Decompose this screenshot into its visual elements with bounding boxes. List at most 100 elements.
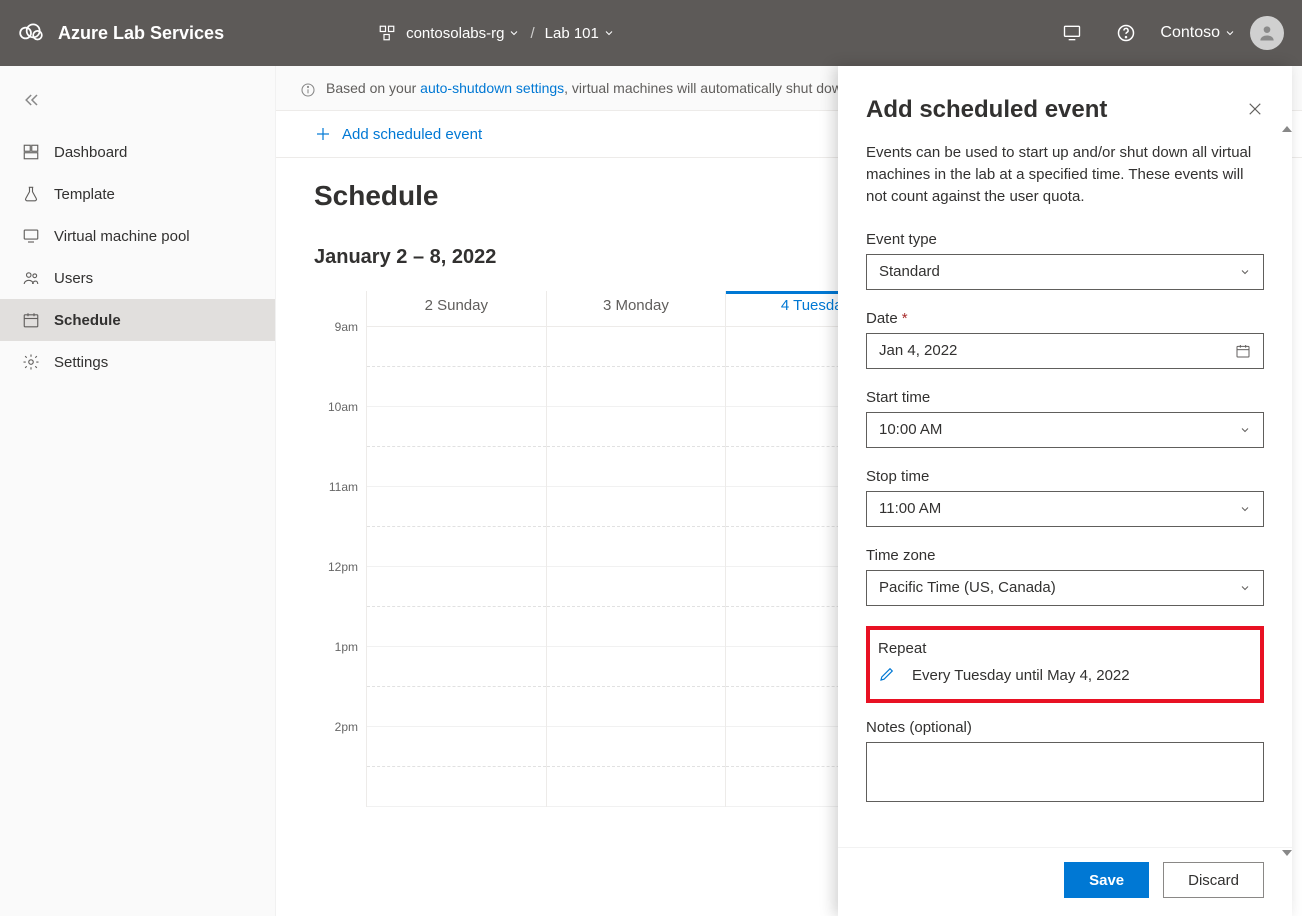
screen-icon-button[interactable] [1052, 13, 1092, 53]
sidebar-item-schedule[interactable]: Schedule [0, 299, 275, 341]
time-zone-value: Pacific Time (US, Canada) [879, 579, 1239, 596]
calendar-slot[interactable] [367, 647, 546, 687]
calendar-slot[interactable] [367, 767, 546, 807]
sidebar-item-dashboard[interactable]: Dashboard [0, 131, 275, 173]
save-button[interactable]: Save [1064, 862, 1149, 898]
calendar-slot[interactable] [547, 327, 726, 367]
time-label: 2pm [314, 720, 366, 800]
breadcrumb-lab[interactable]: Lab 101 [545, 25, 615, 42]
required-asterisk: * [902, 310, 908, 327]
notes-textarea[interactable] [866, 742, 1264, 802]
chevron-down-icon [1239, 424, 1251, 436]
app-header: Azure Lab Services contosolabs-rg / Lab … [0, 0, 1302, 66]
app-logo-icon [18, 20, 44, 46]
repeat-value: Every Tuesday until May 4, 2022 [912, 667, 1130, 684]
help-icon [1116, 23, 1136, 43]
start-time-value: 10:00 AM [879, 421, 1239, 438]
info-icon [300, 82, 316, 98]
info-link[interactable]: auto-shutdown settings [420, 80, 564, 96]
calendar-slot[interactable] [547, 407, 726, 447]
sidebar: Dashboard Template Virtual machine pool … [0, 66, 276, 916]
stop-time-label: Stop time [866, 468, 929, 485]
breadcrumb: contosolabs-rg / Lab 101 [378, 24, 615, 42]
repeat-highlight-box: Repeat Every Tuesday until May 4, 2022 [866, 626, 1264, 703]
add-event-panel: Add scheduled event Events can be used t… [838, 66, 1292, 916]
calendar-icon [1235, 343, 1251, 359]
add-event-label: Add scheduled event [342, 126, 482, 143]
calendar-slot[interactable] [547, 487, 726, 527]
time-zone-select[interactable]: Pacific Time (US, Canada) [866, 570, 1264, 606]
sidebar-item-label: Template [54, 186, 115, 203]
sidebar-item-users[interactable]: Users [0, 257, 275, 299]
account-dropdown[interactable]: Contoso [1160, 24, 1236, 42]
date-input[interactable]: Jan 4, 2022 [866, 333, 1264, 369]
calendar-slot[interactable] [367, 327, 546, 367]
breadcrumb-separator: / [530, 25, 534, 42]
panel-scrollbar[interactable] [1282, 126, 1292, 856]
close-button[interactable] [1246, 100, 1264, 121]
sidebar-item-settings[interactable]: Settings [0, 341, 275, 383]
panel-description: Events can be used to start up and/or sh… [866, 142, 1264, 209]
calendar-slot[interactable] [367, 687, 546, 727]
breadcrumb-rg-label: contosolabs-rg [406, 25, 504, 42]
calendar-slot[interactable] [547, 367, 726, 407]
repeat-label: Repeat [878, 640, 926, 657]
sidebar-collapse-button[interactable] [0, 86, 275, 131]
avatar[interactable] [1250, 16, 1284, 50]
edit-repeat-button[interactable] [878, 665, 896, 687]
person-icon [1257, 23, 1277, 43]
calendar-slot[interactable] [547, 447, 726, 487]
sidebar-item-template[interactable]: Template [0, 173, 275, 215]
breadcrumb-lab-label: Lab 101 [545, 25, 599, 42]
chevron-down-icon [1239, 503, 1251, 515]
info-prefix: Based on your [326, 80, 420, 96]
monitor-icon [1062, 23, 1082, 43]
add-event-button[interactable]: Add scheduled event [314, 125, 482, 143]
calendar-slot[interactable] [367, 407, 546, 447]
calendar-slot[interactable] [367, 727, 546, 767]
date-label: Date [866, 310, 898, 327]
calendar-slot[interactable] [547, 607, 726, 647]
calendar-day-column[interactable]: 2 Sunday [366, 291, 546, 807]
calendar-slot[interactable] [367, 567, 546, 607]
calendar-slot[interactable] [547, 767, 726, 807]
calendar-slot[interactable] [367, 487, 546, 527]
calendar-slot[interactable] [367, 527, 546, 567]
chevron-down-icon [603, 27, 615, 39]
time-label: 10am [314, 400, 366, 480]
stop-time-select[interactable]: 11:00 AM [866, 491, 1264, 527]
scroll-up-icon [1282, 126, 1292, 132]
calendar-slot[interactable] [367, 607, 546, 647]
chevron-down-icon [508, 27, 520, 39]
event-type-select[interactable]: Standard [866, 254, 1264, 290]
plus-icon [314, 125, 332, 143]
calendar-slot[interactable] [547, 567, 726, 607]
calendar-day-column[interactable]: 3 Monday [546, 291, 726, 807]
notes-label: Notes (optional) [866, 719, 972, 736]
breadcrumb-rg[interactable]: contosolabs-rg [406, 25, 520, 42]
people-icon [22, 269, 40, 287]
sidebar-item-label: Schedule [54, 312, 121, 329]
help-icon-button[interactable] [1106, 13, 1146, 53]
monitor-icon [22, 227, 40, 245]
chevron-down-icon [1224, 27, 1236, 39]
close-icon [1246, 100, 1264, 118]
flask-icon [22, 185, 40, 203]
calendar-icon [22, 311, 40, 329]
sidebar-item-label: Dashboard [54, 144, 127, 161]
sidebar-item-label: Settings [54, 354, 108, 371]
start-time-select[interactable]: 10:00 AM [866, 412, 1264, 448]
scroll-down-icon [1282, 850, 1292, 856]
dashboard-icon [22, 143, 40, 161]
sidebar-item-vm-pool[interactable]: Virtual machine pool [0, 215, 275, 257]
resource-group-icon [378, 24, 396, 42]
discard-button[interactable]: Discard [1163, 862, 1264, 898]
calendar-slot[interactable] [367, 367, 546, 407]
calendar-slot[interactable] [547, 727, 726, 767]
calendar-slot[interactable] [547, 687, 726, 727]
calendar-slot[interactable] [547, 527, 726, 567]
time-label: 11am [314, 480, 366, 560]
calendar-slot[interactable] [547, 647, 726, 687]
calendar-slot[interactable] [367, 447, 546, 487]
time-label: 9am [314, 320, 366, 400]
